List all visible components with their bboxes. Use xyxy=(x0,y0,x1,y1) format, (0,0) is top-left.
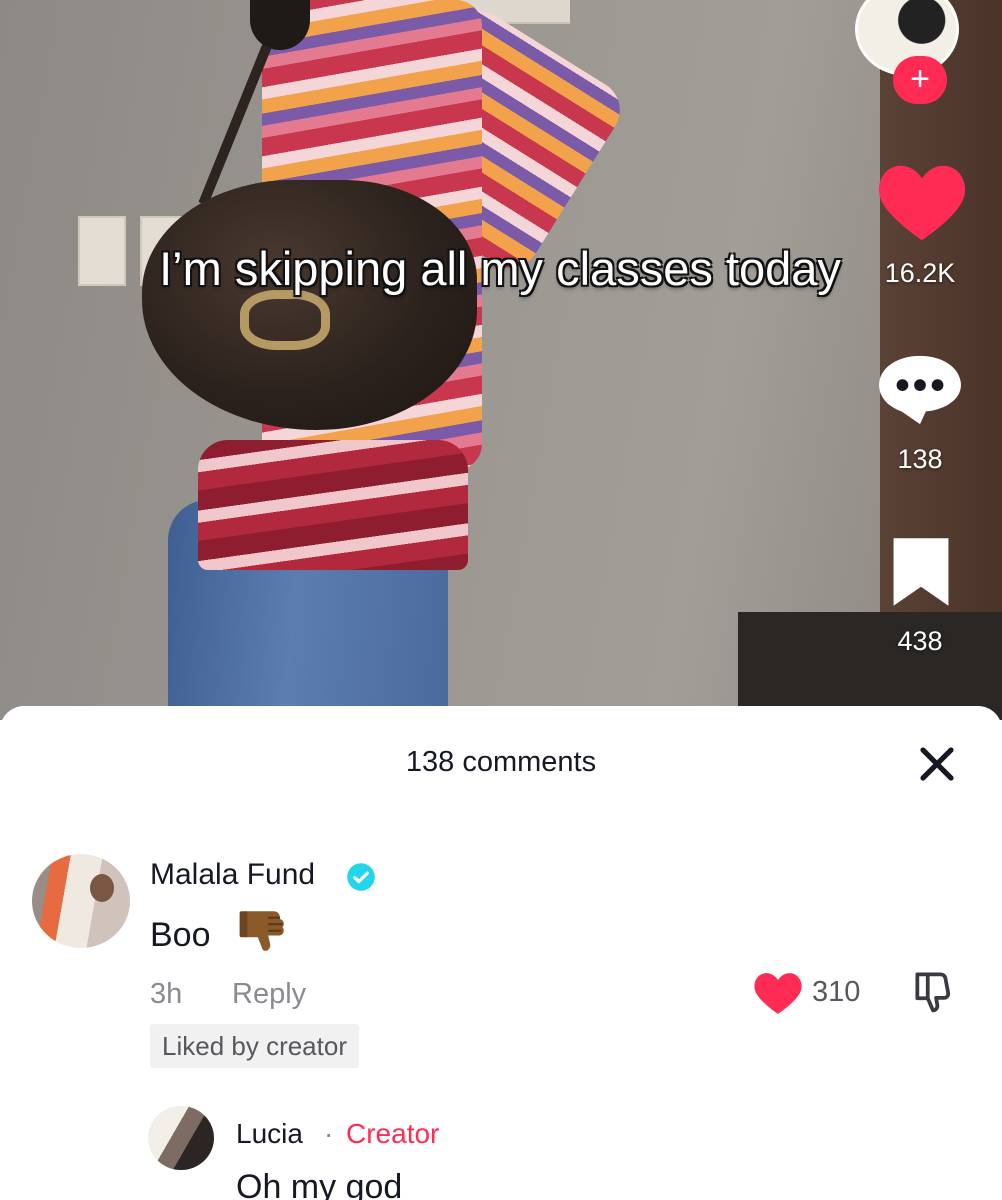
save-count: 438 xyxy=(897,626,943,656)
liked-by-creator-badge: Liked by creator xyxy=(150,1024,359,1068)
comment-author[interactable]: Malala Fund xyxy=(150,858,315,892)
avatar[interactable] xyxy=(148,1106,214,1170)
follow-plus-icon[interactable]: + xyxy=(893,56,947,104)
comment-bubble-icon[interactable] xyxy=(872,350,968,428)
reply-author[interactable]: Lucia xyxy=(236,1118,303,1150)
person-sweater-hem xyxy=(198,440,468,570)
comment-heart-icon[interactable] xyxy=(752,970,804,1016)
heart-icon[interactable] xyxy=(876,160,968,244)
avatar-face xyxy=(90,874,114,902)
bookmark-icon[interactable] xyxy=(888,534,954,610)
separator-dot: · xyxy=(324,1118,334,1149)
comments-title: 138 comments xyxy=(405,746,597,778)
light-switch xyxy=(78,216,126,286)
bag-buckle xyxy=(240,290,330,350)
thumbs-down-emoji-icon xyxy=(239,911,284,951)
comments-sheet: 138 comments Malala Fund Boo 3h Reply Li… xyxy=(0,706,1002,1200)
comment-count: 138 xyxy=(897,444,943,474)
close-x-icon[interactable] xyxy=(913,740,961,788)
video-player[interactable]: I’m skipping all my classes today + 16.2… xyxy=(0,0,1002,720)
avatar[interactable] xyxy=(32,854,130,948)
comment-like-count: 310 xyxy=(812,976,861,1008)
comment-time: 3h xyxy=(150,978,183,1010)
reply-text: Oh my god xyxy=(236,1168,403,1200)
video-caption: I’m skipping all my classes today xyxy=(159,242,841,295)
reply-button[interactable]: Reply xyxy=(232,978,306,1011)
verified-badge-icon xyxy=(347,863,375,891)
creator-label: Creator xyxy=(346,1118,440,1149)
dislike-icon[interactable] xyxy=(908,966,960,1016)
comment-text: Boo xyxy=(150,916,211,954)
like-count: 16.2K xyxy=(884,258,956,288)
